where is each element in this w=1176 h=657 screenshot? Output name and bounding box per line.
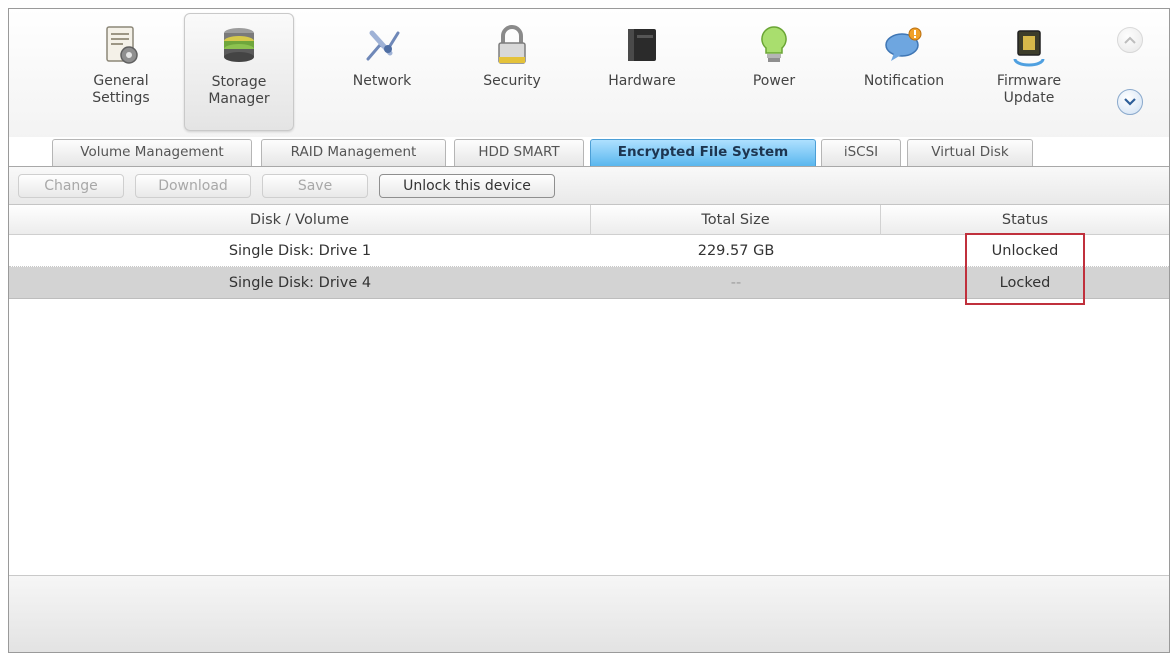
topbar-item-network[interactable]: Network	[327, 13, 437, 131]
cell-status: Locked	[999, 275, 1051, 291]
encrypted-volume-table: Disk / Volume Total Size Status Single D…	[9, 205, 1169, 575]
storage-manager-tabs: Volume Management RAID Management HDD SM…	[9, 137, 1169, 167]
topbar-item-label: Hardware	[608, 73, 676, 89]
cell-status: Unlocked	[991, 243, 1059, 259]
column-header-total-size[interactable]: Total Size	[591, 205, 881, 235]
topbar-item-firmware-update[interactable]: Firmware Update	[974, 13, 1084, 131]
hardware-icon	[628, 29, 656, 61]
topbar-item-security[interactable]: Security	[457, 13, 567, 131]
tab-hdd-smart[interactable]: HDD SMART	[454, 139, 584, 166]
cell-disk-volume: Single Disk: Drive 4	[228, 275, 372, 291]
topbar-item-label: Security	[483, 73, 541, 89]
table-header: Disk / Volume Total Size Status	[9, 205, 1169, 235]
tab-raid-management[interactable]: RAID Management	[261, 139, 446, 166]
network-icon	[366, 30, 400, 61]
download-button[interactable]: Download	[135, 174, 251, 198]
tab-encrypted-file-system[interactable]: Encrypted File System	[590, 139, 816, 166]
tab-virtual-disk[interactable]: Virtual Disk	[907, 139, 1033, 166]
encryption-toolbar: Change Download Save Unlock this device	[9, 167, 1169, 205]
cell-total-size: 229.57 GB	[697, 243, 775, 259]
control-panel-topbar: General Settings Storage Manager Network	[9, 9, 1169, 139]
table-row-selected[interactable]: Single Disk: Drive 4 -- Locked	[9, 267, 1169, 299]
topbar-item-label: General Settings	[92, 73, 150, 106]
topbar-item-general-settings[interactable]: General Settings	[66, 13, 176, 131]
chevron-down-icon	[1124, 98, 1136, 106]
column-header-disk-volume[interactable]: Disk / Volume	[9, 205, 591, 235]
column-header-status[interactable]: Status	[881, 205, 1169, 235]
storage-manager-window: General Settings Storage Manager Network	[8, 8, 1170, 653]
cell-total-size: --	[730, 275, 742, 291]
scroll-down-button[interactable]	[1117, 89, 1143, 115]
topbar-item-power[interactable]: Power	[719, 13, 829, 131]
unlock-device-button[interactable]: Unlock this device	[379, 174, 555, 198]
general-settings-icon	[106, 26, 138, 64]
lock-icon	[498, 25, 526, 64]
table-row[interactable]: Single Disk: Drive 1 229.57 GB Unlocked	[9, 235, 1169, 267]
firmware-chip-icon	[1013, 30, 1045, 67]
notification-icon	[885, 27, 922, 61]
save-button[interactable]: Save	[262, 174, 368, 198]
topbar-item-hardware[interactable]: Hardware	[587, 13, 697, 131]
change-button[interactable]: Change	[18, 174, 124, 198]
tab-volume-management[interactable]: Volume Management	[52, 139, 252, 166]
topbar-item-label: Network	[352, 73, 412, 89]
topbar-item-label: Storage Manager	[208, 74, 270, 107]
cell-disk-volume: Single Disk: Drive 1	[228, 243, 372, 259]
topbar-item-notification[interactable]: Notification	[849, 13, 959, 131]
topbar-item-label: Power	[752, 73, 796, 89]
topbar-item-storage-manager[interactable]: Storage Manager	[184, 13, 294, 131]
table-footer-bar	[9, 575, 1169, 652]
topbar-item-label: Firmware Update	[996, 73, 1062, 106]
tab-iscsi[interactable]: iSCSI	[821, 139, 901, 166]
scroll-up-button[interactable]	[1117, 27, 1143, 53]
lightbulb-icon	[761, 26, 787, 62]
chevron-up-icon	[1124, 36, 1136, 44]
storage-manager-icon	[224, 28, 254, 62]
topbar-item-label: Notification	[863, 73, 945, 89]
